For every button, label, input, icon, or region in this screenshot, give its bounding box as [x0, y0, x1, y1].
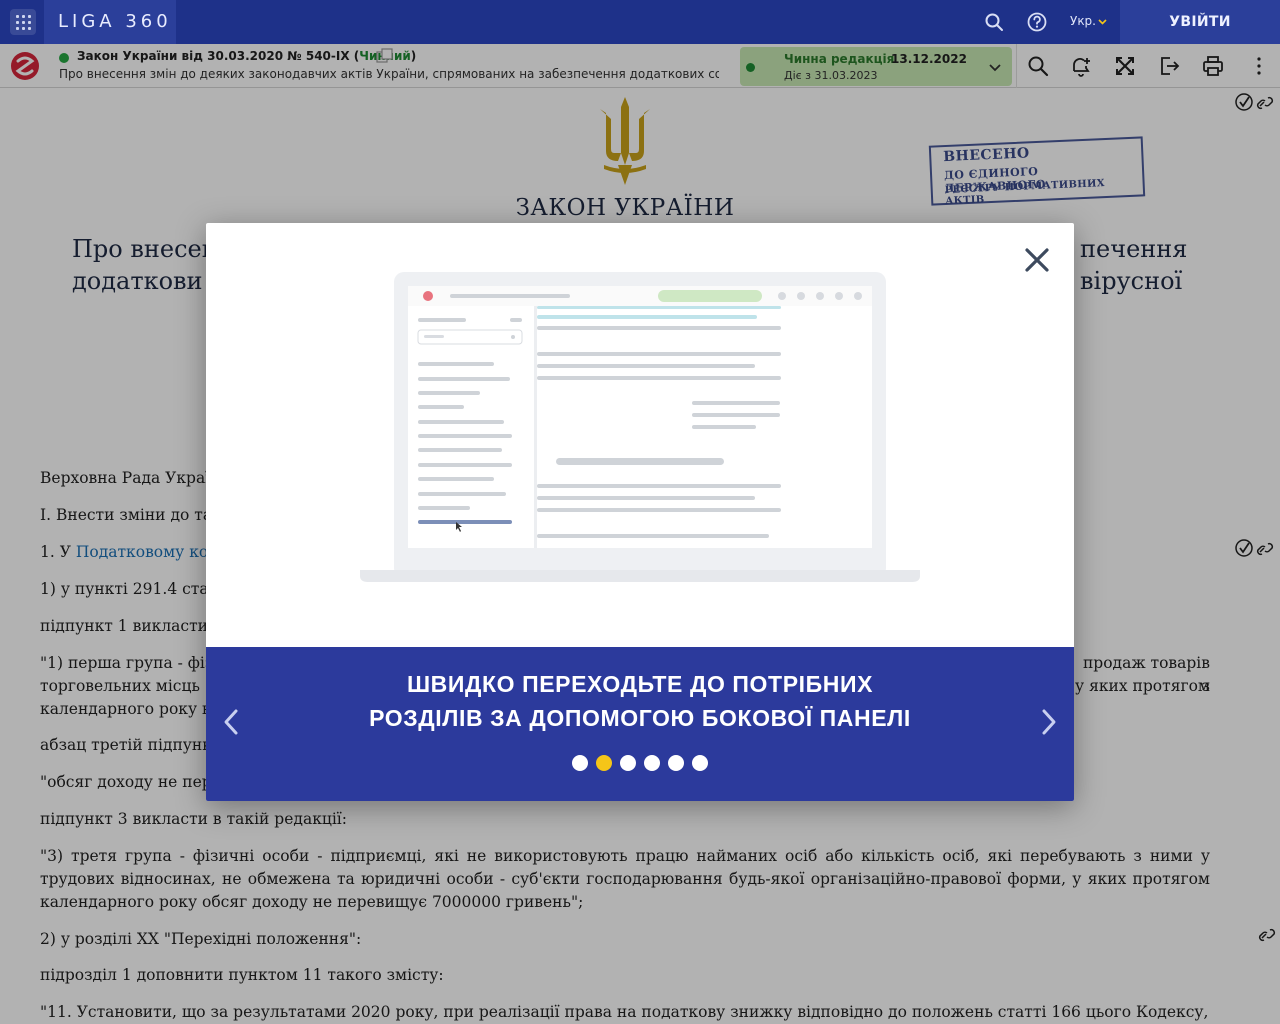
laptop-sidebar-illustration — [360, 272, 920, 582]
modal-footer: ШВИДКО ПЕРЕХОДЬТЕ ДО ПОТРІБНИХ РОЗДІЛІВ … — [206, 647, 1074, 801]
slide-dot[interactable] — [596, 755, 612, 771]
slide-heading: ШВИДКО ПЕРЕХОДЬТЕ ДО ПОТРІБНИХ РОЗДІЛІВ … — [369, 671, 911, 731]
close-icon[interactable] — [1022, 245, 1052, 275]
slide-dot[interactable] — [620, 755, 636, 771]
slide-pagination — [206, 755, 1074, 771]
slide-dot[interactable] — [572, 755, 588, 771]
modal-backdrop-top — [0, 0, 1280, 44]
chevron-left-icon[interactable] — [220, 707, 242, 737]
modal-backdrop-header[interactable] — [0, 44, 1280, 88]
chevron-right-icon[interactable] — [1038, 707, 1060, 737]
slide-dot[interactable] — [692, 755, 708, 771]
slide-dot[interactable] — [644, 755, 660, 771]
slide-dot[interactable] — [668, 755, 684, 771]
onboarding-modal: ШВИДКО ПЕРЕХОДЬТЕ ДО ПОТРІБНИХ РОЗДІЛІВ … — [206, 223, 1074, 801]
